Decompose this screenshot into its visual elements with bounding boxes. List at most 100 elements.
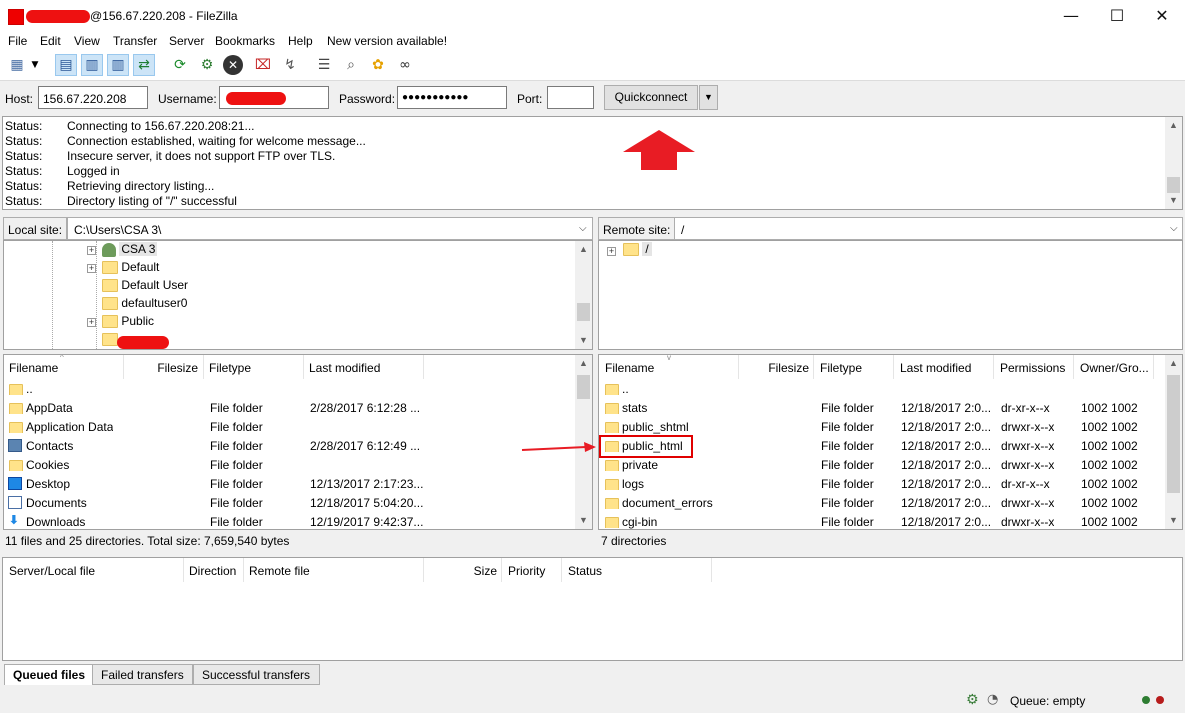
scroll-up-icon[interactable]: ▲ bbox=[1165, 355, 1182, 372]
chevron-down-icon[interactable]: ⌵ bbox=[579, 223, 587, 234]
scroll-down-icon[interactable]: ▼ bbox=[1165, 512, 1182, 529]
file-row[interactable]: cgi-bin File folder 12/18/2017 2:0... dr… bbox=[599, 513, 1165, 529]
transmit-led-icon bbox=[1156, 696, 1164, 704]
column-header-filename[interactable]: Filename bbox=[4, 355, 124, 379]
remote-path-input[interactable]: / bbox=[674, 217, 1183, 240]
file-row[interactable]: AppData File folder 2/28/2017 6:12:28 ..… bbox=[4, 399, 574, 418]
scrollbar-thumb[interactable] bbox=[1167, 375, 1180, 493]
tab-successful-transfers[interactable]: Successful transfers bbox=[193, 664, 320, 685]
file-row[interactable]: document_errors File folder 12/18/2017 2… bbox=[599, 494, 1165, 513]
scroll-up-icon[interactable]: ▲ bbox=[575, 241, 592, 258]
close-button[interactable]: ✕ bbox=[1139, 0, 1185, 33]
file-row[interactable]: Contacts File folder 2/28/2017 6:12:49 .… bbox=[4, 437, 574, 456]
column-header-permissions[interactable]: Permissions bbox=[994, 355, 1074, 379]
host-input[interactable]: 156.67.220.208 bbox=[38, 86, 148, 109]
quickconnect-dropdown[interactable]: ▼ bbox=[699, 85, 718, 110]
local-status-text: 11 files and 25 directories. Total size:… bbox=[5, 534, 290, 548]
column-header-filetype[interactable]: Filetype bbox=[814, 355, 894, 379]
refresh-icon[interactable]: ⟳ bbox=[169, 54, 191, 76]
password-input[interactable]: ●●●●●●●●●●● bbox=[397, 86, 507, 109]
scroll-down-icon[interactable]: ▼ bbox=[1165, 192, 1182, 209]
scrollbar-thumb[interactable] bbox=[577, 303, 590, 321]
directory-comparison-icon[interactable]: ☰ bbox=[313, 54, 335, 76]
quickconnect-button[interactable]: Quickconnect bbox=[604, 85, 698, 110]
menu-server[interactable]: Server bbox=[169, 34, 204, 48]
tab-failed-transfers[interactable]: Failed transfers bbox=[92, 664, 193, 685]
column-header-server-local-file[interactable]: Server/Local file bbox=[3, 558, 184, 582]
file-row[interactable]: Desktop File folder 12/13/2017 2:17:23..… bbox=[4, 475, 574, 494]
folder-icon bbox=[102, 279, 118, 293]
toggle-remote-tree-icon[interactable]: ▥ bbox=[107, 54, 129, 76]
local-path-input[interactable]: C:\Users\CSA 3\ bbox=[67, 217, 593, 240]
menu-transfer[interactable]: Transfer bbox=[113, 34, 157, 48]
scrollbar-thumb[interactable] bbox=[577, 375, 590, 399]
speed-limit-icon[interactable]: ◔ bbox=[987, 692, 1003, 708]
file-row[interactable]: .. bbox=[4, 380, 574, 399]
file-row[interactable]: .. bbox=[599, 380, 1165, 399]
tree-item[interactable]: Public bbox=[102, 314, 154, 332]
toggle-queue-icon[interactable]: ⇄ bbox=[133, 54, 155, 76]
filter-icon[interactable]: ⌕ bbox=[340, 54, 362, 76]
tree-item[interactable]: / bbox=[623, 242, 652, 260]
cancel-icon[interactable]: ✕ bbox=[223, 55, 243, 75]
column-header-filesize[interactable]: Filesize bbox=[739, 355, 814, 379]
column-header-last-modified[interactable]: Last modified bbox=[894, 355, 994, 379]
scroll-up-icon[interactable]: ▲ bbox=[1165, 117, 1182, 134]
chevron-down-icon[interactable]: ⌵ bbox=[1170, 223, 1178, 234]
search-icon[interactable]: ∞ bbox=[394, 54, 416, 76]
local-tree-scrollbar[interactable]: ▲ ▼ bbox=[575, 241, 592, 349]
menu-edit[interactable]: Edit bbox=[40, 34, 61, 48]
column-header-owner-group[interactable]: Owner/Gro... bbox=[1074, 355, 1154, 379]
column-header-remote-file[interactable]: Remote file bbox=[244, 558, 424, 582]
file-row[interactable]: stats File folder 12/18/2017 2:0... dr-x… bbox=[599, 399, 1165, 418]
menu-file[interactable]: File bbox=[8, 34, 27, 48]
tree-item[interactable]: CSA 3 bbox=[102, 242, 158, 260]
column-header-priority[interactable]: Priority bbox=[502, 558, 562, 582]
site-manager-icon[interactable]: ▦ bbox=[6, 54, 28, 76]
scroll-down-icon[interactable]: ▼ bbox=[575, 512, 592, 529]
port-input[interactable] bbox=[547, 86, 594, 109]
column-header-filesize[interactable]: Filesize bbox=[124, 355, 204, 379]
file-row[interactable]: Application Data File folder bbox=[4, 418, 574, 437]
filezilla-app-icon bbox=[8, 9, 24, 25]
expand-icon[interactable]: + bbox=[87, 318, 96, 327]
menu-help[interactable]: Help bbox=[288, 34, 313, 48]
dropdown-arrow-icon[interactable]: ▼ bbox=[28, 54, 42, 76]
column-header-direction[interactable]: Direction bbox=[184, 558, 244, 582]
menu-bookmarks[interactable]: Bookmarks bbox=[215, 34, 275, 48]
maximize-button[interactable]: ☐ bbox=[1094, 0, 1140, 33]
process-queue-icon[interactable]: ⚙ bbox=[196, 54, 218, 76]
tree-item[interactable]: Default bbox=[102, 260, 159, 278]
reconnect-icon[interactable]: ↯ bbox=[279, 54, 301, 76]
scrollbar-thumb[interactable] bbox=[1167, 177, 1180, 193]
scroll-down-icon[interactable]: ▼ bbox=[575, 332, 592, 349]
file-row[interactable]: Cookies File folder bbox=[4, 456, 574, 475]
tree-item[interactable]: Default User bbox=[102, 278, 188, 296]
file-row[interactable]: private File folder 12/18/2017 2:0... dr… bbox=[599, 456, 1165, 475]
toggle-local-tree-icon[interactable]: ▥ bbox=[81, 54, 103, 76]
file-row[interactable]: logs File folder 12/18/2017 2:0... dr-xr… bbox=[599, 475, 1165, 494]
remote-list-scrollbar[interactable]: ▲ ▼ bbox=[1165, 355, 1182, 529]
sync-browsing-icon[interactable]: ✿ bbox=[367, 54, 389, 76]
disconnect-icon[interactable]: ⌧ bbox=[252, 54, 274, 76]
expand-icon[interactable]: + bbox=[87, 246, 96, 255]
remote-site-label: Remote site: bbox=[598, 217, 676, 240]
expand-icon[interactable]: + bbox=[607, 247, 616, 256]
column-header-filetype[interactable]: Filetype bbox=[204, 355, 304, 379]
toggle-log-icon[interactable]: ▤ bbox=[55, 54, 77, 76]
column-header-status[interactable]: Status bbox=[562, 558, 712, 582]
menu-new-version[interactable]: New version available! bbox=[327, 34, 447, 48]
gear-icon[interactable]: ⚙ bbox=[966, 692, 982, 708]
minimize-button[interactable]: — bbox=[1048, 0, 1094, 33]
tree-item[interactable] bbox=[102, 332, 118, 349]
column-header-last-modified[interactable]: Last modified bbox=[304, 355, 424, 379]
file-row[interactable]: Documents File folder 12/18/2017 5:04:20… bbox=[4, 494, 574, 513]
menu-view[interactable]: View bbox=[74, 34, 100, 48]
tree-item[interactable]: defaultuser0 bbox=[102, 296, 187, 314]
expand-icon[interactable]: + bbox=[87, 264, 96, 273]
log-scrollbar[interactable]: ▲ ▼ bbox=[1165, 117, 1182, 209]
scroll-up-icon[interactable]: ▲ bbox=[575, 355, 592, 372]
column-header-size[interactable]: Size bbox=[424, 558, 502, 582]
file-row[interactable]: ⬇ Downloads File folder 12/19/2017 9:42:… bbox=[4, 513, 574, 529]
tab-queued-files[interactable]: Queued files bbox=[4, 664, 95, 685]
